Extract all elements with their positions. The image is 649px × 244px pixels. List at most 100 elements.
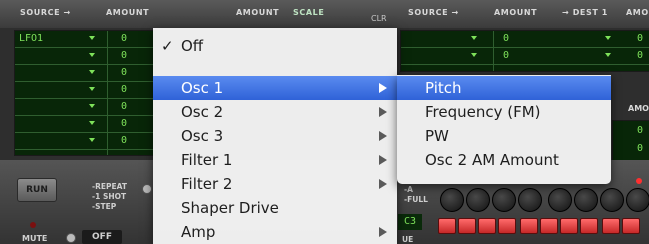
table-row[interactable]: 0: [15, 99, 155, 116]
chevron-down-icon[interactable]: [89, 70, 95, 74]
step-pad-button[interactable]: [580, 218, 598, 234]
amount-cell[interactable]: 0: [637, 31, 643, 47]
menu-item-shaper-drive[interactable]: Shaper Drive: [153, 196, 397, 220]
amount-cell[interactable]: 0: [637, 141, 643, 157]
submenu-arrow-icon: [379, 131, 387, 141]
menu-item-label: Osc 1: [181, 79, 224, 97]
step-knob[interactable]: [626, 188, 649, 212]
header-amou: AMOU: [626, 8, 649, 17]
range-labels: -A -FULL: [404, 185, 428, 205]
submenu-arrow-icon: [379, 227, 387, 237]
menu-item-label: Filter 1: [181, 151, 233, 169]
table-row[interactable]: 0: [15, 133, 155, 150]
repeat-label: -REPEAT: [92, 182, 127, 191]
step-pad-button[interactable]: [520, 218, 538, 234]
submenu-item-frequency-fm[interactable]: Frequency (FM): [397, 100, 611, 124]
menu-item-label: Osc 3: [181, 127, 224, 145]
chevron-down-icon[interactable]: [89, 36, 95, 40]
menu-item-osc-1[interactable]: Osc 1: [153, 76, 397, 100]
table-row[interactable]: LFO1 0: [15, 31, 155, 48]
menu-item-label: Osc 2: [181, 103, 224, 121]
menu-item-off[interactable]: ✓ Off: [153, 34, 397, 58]
right-mod-matrix: 0 0 0 0: [400, 30, 649, 72]
chevron-down-icon[interactable]: [89, 121, 95, 125]
submenu-item-pitch[interactable]: Pitch: [397, 76, 611, 100]
step-pad-button[interactable]: [458, 218, 476, 234]
play-mode-labels: -REPEAT -1 SHOT -STEP: [92, 182, 127, 212]
step-knob[interactable]: [518, 188, 542, 212]
menu-item-label: Filter 2: [181, 175, 233, 193]
step-knob[interactable]: [600, 188, 624, 212]
submenu-arrow-icon: [379, 155, 387, 165]
clear-button[interactable]: CLR: [371, 14, 387, 23]
source-cell[interactable]: LFO1: [19, 31, 43, 47]
checkmark-icon: ✓: [161, 37, 174, 55]
chevron-down-icon[interactable]: [605, 36, 611, 40]
step-pad-button[interactable]: [622, 218, 640, 234]
step-pad-button[interactable]: [478, 218, 496, 234]
chevron-down-icon[interactable]: [89, 53, 95, 57]
table-row[interactable]: 0 0: [401, 31, 649, 48]
table-row[interactable]: 0: [15, 116, 155, 133]
mute-led: [30, 222, 36, 228]
amount-cell[interactable]: 0: [121, 31, 127, 47]
chevron-down-icon[interactable]: [471, 36, 477, 40]
amount-cell[interactable]: 0: [121, 133, 127, 149]
header-amount-c: AMOUNT: [494, 8, 538, 17]
submenu-item-osc-2-am-amount[interactable]: Osc 2 AM Amount: [397, 148, 611, 172]
modulation-header: SOURCE → AMOUNT AMOUNT SCALE SOURCE → AM…: [0, 0, 649, 28]
off-knob[interactable]: [66, 233, 76, 243]
step-knob[interactable]: [466, 188, 490, 212]
chevron-down-icon[interactable]: [605, 53, 611, 57]
amount-cell[interactable]: 0: [503, 48, 509, 64]
table-row[interactable]: 0: [15, 82, 155, 99]
header-scale: SCALE: [293, 8, 325, 17]
step-pad-button[interactable]: [438, 218, 456, 234]
table-row[interactable]: 0 0: [401, 48, 649, 65]
note-display: C3: [398, 214, 422, 230]
off-button[interactable]: OFF: [82, 230, 122, 244]
step-pad-button[interactable]: [498, 218, 516, 234]
amount-cell[interactable]: 0: [637, 48, 643, 64]
amount-cell[interactable]: 0: [637, 123, 643, 139]
run-button[interactable]: RUN: [17, 178, 57, 202]
menu-item-filter-2[interactable]: Filter 2: [153, 172, 397, 196]
step-knob[interactable]: [574, 188, 598, 212]
table-row[interactable]: 0: [15, 48, 155, 65]
step-led: [636, 178, 642, 184]
menu-item-filter-1[interactable]: Filter 1: [153, 148, 397, 172]
step-knob[interactable]: [440, 188, 464, 212]
amount-cell[interactable]: 0: [121, 65, 127, 81]
submenu-item-label: PW: [425, 127, 449, 145]
full-label: -FULL: [404, 195, 428, 204]
ue-label: UE: [402, 235, 414, 244]
menu-item-amp[interactable]: Amp: [153, 220, 397, 244]
header-dest-b: → DEST 1: [562, 8, 608, 17]
step-knob[interactable]: [492, 188, 516, 212]
right-mod-matrix-lower: 0 0: [612, 120, 649, 162]
play-mode-knob[interactable]: [142, 184, 152, 194]
header-amount-a: AMOUNT: [106, 8, 150, 17]
chevron-down-icon[interactable]: [89, 87, 95, 91]
range-a-label: -A: [404, 185, 413, 194]
amount-cell[interactable]: 0: [121, 116, 127, 132]
table-row[interactable]: 0: [15, 65, 155, 82]
step-pad-button[interactable]: [560, 218, 578, 234]
step-pad-button[interactable]: [540, 218, 558, 234]
header-amount-b: AMOUNT: [236, 8, 280, 17]
menu-item-label: Amp: [181, 223, 216, 241]
submenu-item-pw[interactable]: PW: [397, 124, 611, 148]
step-knob[interactable]: [548, 188, 572, 212]
amount-cell[interactable]: 0: [503, 31, 509, 47]
submenu-arrow-icon: [379, 107, 387, 117]
header-source-a: SOURCE →: [20, 8, 71, 17]
chevron-down-icon[interactable]: [89, 104, 95, 108]
amount-cell[interactable]: 0: [121, 82, 127, 98]
menu-item-osc-2[interactable]: Osc 2: [153, 100, 397, 124]
amount-cell[interactable]: 0: [121, 48, 127, 64]
chevron-down-icon[interactable]: [471, 53, 477, 57]
step-pad-button[interactable]: [602, 218, 620, 234]
amount-cell[interactable]: 0: [121, 99, 127, 115]
menu-item-osc-3[interactable]: Osc 3: [153, 124, 397, 148]
chevron-down-icon[interactable]: [89, 138, 95, 142]
